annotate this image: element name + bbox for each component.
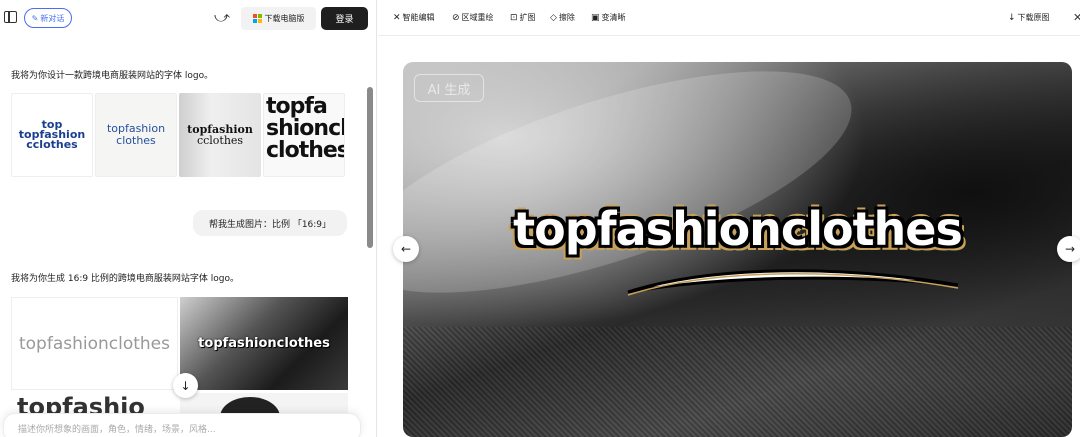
arrow-left-icon: ← bbox=[400, 242, 412, 256]
prompt-input-container bbox=[3, 413, 361, 437]
download-original-button[interactable]: ↓ 下载原图 bbox=[1008, 12, 1050, 23]
new-chat-button[interactable]: ✎ 新对话 bbox=[24, 8, 72, 28]
assistant-message-2: 我将为你生成 16:9 比例的跨境电商服装网站字体 logo。 bbox=[11, 274, 240, 284]
next-image-button[interactable]: → bbox=[1057, 236, 1080, 262]
logo-option-4-text: topfa shioncl clothes bbox=[266, 94, 345, 163]
sharpen-icon: ▣ bbox=[591, 12, 600, 23]
logo-option-1[interactable]: top topfashion cclothes bbox=[11, 93, 93, 177]
generated-image: AI 生成 topfashionclothes bbox=[403, 62, 1072, 437]
region-redraw-button[interactable]: ⊘ 区域重绘 bbox=[452, 12, 494, 23]
logo-option-3-text: topfashion cclothes bbox=[187, 123, 253, 147]
download-icon: ↓ bbox=[1008, 12, 1016, 23]
logo-option-4[interactable]: topfa shioncl clothes bbox=[263, 93, 345, 177]
smart-edit-label: 智能编辑 bbox=[402, 13, 435, 22]
chat-panel: ✎ 新对话 ⤻ 下载电脑版 登录 我将为你设计一款跨境电商服装网站的字体 log… bbox=[0, 0, 377, 437]
arrow-down-icon: ↓ bbox=[180, 378, 191, 393]
wide-logo-2-text: topfashionclothes bbox=[198, 336, 330, 351]
assistant-message-1: 我将为你设计一款跨境电商服装网站的字体 logo。 bbox=[11, 71, 214, 81]
chat-header: ✎ 新对话 ⤻ 下载电脑版 登录 bbox=[0, 0, 376, 36]
smart-edit-button[interactable]: ✕ 智能编辑 bbox=[393, 12, 435, 23]
edit-icon: ✎ bbox=[31, 13, 39, 23]
login-button[interactable]: 登录 bbox=[321, 7, 368, 30]
chat-scrollbar[interactable] bbox=[367, 87, 373, 248]
download-pc-label: 下载电脑版 bbox=[264, 14, 305, 23]
close-icon[interactable]: ✕ bbox=[1073, 11, 1080, 24]
logo-swoosh bbox=[627, 269, 959, 296]
expand-label: 扩图 bbox=[519, 13, 536, 22]
wide-logo-1-text: topfashionclothes bbox=[18, 333, 171, 354]
ai-generated-badge: AI 生成 bbox=[414, 74, 484, 102]
sharpen-button[interactable]: ▣ 变清晰 bbox=[591, 12, 626, 23]
magic-edit-icon: ✕ bbox=[393, 12, 401, 23]
logo-option-1-text: top topfashion cclothes bbox=[18, 118, 86, 151]
wide-logo-2[interactable]: topfashionclothes bbox=[180, 297, 348, 390]
user-message: 帮我生成图片：比例 「16:9」 bbox=[193, 210, 347, 236]
region-redraw-label: 区域重绘 bbox=[461, 13, 494, 22]
wide-logo-1[interactable]: topfashionclothes bbox=[11, 297, 178, 390]
share-icon[interactable]: ⤻ bbox=[214, 9, 230, 25]
prev-image-button[interactable]: ← bbox=[393, 236, 419, 262]
erase-label: 擦除 bbox=[558, 13, 575, 22]
sidebar-toggle-icon[interactable] bbox=[4, 11, 17, 23]
app-root: ✎ 新对话 ⤻ 下载电脑版 登录 我将为你设计一款跨境电商服装网站的字体 log… bbox=[0, 0, 1080, 437]
new-chat-label: 新对话 bbox=[40, 13, 65, 23]
logo-option-2[interactable]: topfashion clothes bbox=[95, 93, 177, 177]
download-pc-button[interactable]: 下载电脑版 bbox=[241, 7, 316, 30]
preview-logo-text: topfashionclothes bbox=[513, 202, 963, 256]
logo-option-3[interactable]: topfashion cclothes bbox=[179, 93, 261, 177]
image-toolbar: ✕ 智能编辑 ⊘ 区域重绘 ⊡ 扩图 ◇ 擦除 ▣ 变清晰 ↓ 下载原图 ✕ bbox=[378, 0, 1080, 36]
region-redraw-icon: ⊘ bbox=[452, 12, 460, 23]
erase-icon: ◇ bbox=[550, 12, 557, 23]
windows-icon bbox=[252, 14, 262, 23]
logo-option-2-text: topfashion clothes bbox=[106, 122, 166, 147]
download-original-label: 下载原图 bbox=[1017, 13, 1050, 22]
arrow-right-icon: → bbox=[1064, 242, 1076, 256]
logo-options-grid: top topfashion cclothes topfashion clothes … bbox=[11, 93, 345, 177]
expand-button[interactable]: ⊡ 扩图 bbox=[510, 12, 536, 23]
sharpen-label: 变清晰 bbox=[601, 13, 626, 22]
prompt-input[interactable] bbox=[4, 414, 360, 437]
expand-icon: ⊡ bbox=[510, 12, 518, 23]
scroll-down-button[interactable]: ↓ bbox=[173, 373, 198, 398]
erase-button[interactable]: ◇ 擦除 bbox=[550, 12, 575, 23]
image-preview-panel: ✕ 智能编辑 ⊘ 区域重绘 ⊡ 扩图 ◇ 擦除 ▣ 变清晰 ↓ 下载原图 ✕ A… bbox=[378, 0, 1080, 437]
